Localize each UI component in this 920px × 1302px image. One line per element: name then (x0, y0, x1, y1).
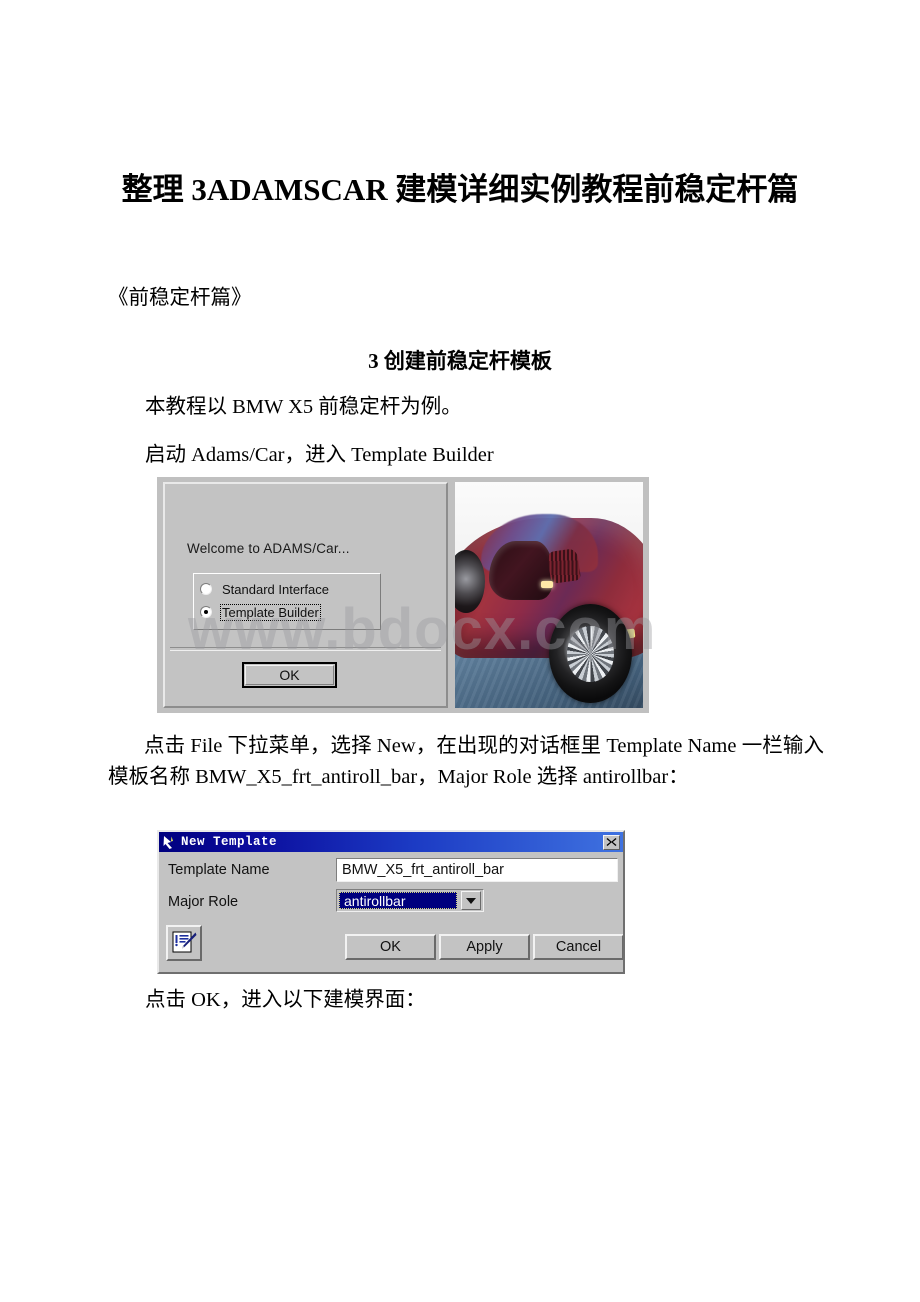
new-template-apply-button[interactable]: Apply (439, 934, 530, 960)
welcome-dialog-panel: Welcome to ADAMS/Car... Standard Interfa… (163, 482, 448, 708)
label-major-role: Major Role (168, 894, 239, 910)
close-icon[interactable] (603, 834, 620, 850)
ok-label: OK (380, 939, 401, 955)
label-template-name: Template Name (168, 862, 270, 878)
dialog-title-bar: New Template (159, 832, 623, 852)
radio-option-standard-interface[interactable]: Standard Interface (200, 578, 331, 600)
adams-arrow-icon (162, 835, 178, 850)
car-highlight (541, 581, 553, 589)
new-template-dialog-screenshot: New Template Template Name BMW_X5_frt_an… (157, 830, 625, 974)
paragraph-instruction-block: 点击 File 下拉菜单，选择 New，在出现的对话框里 Template Na… (108, 735, 824, 789)
dialog-title-text: New Template (181, 835, 278, 849)
new-template-cancel-button[interactable]: Cancel (533, 934, 623, 960)
sports-car-photo (455, 482, 643, 708)
car-rear-wheel (549, 604, 632, 704)
document-page: 整理 3ADAMSCAR 建模详细实例教程前稳定杆篇 《前稳定杆篇》 3 创建前… (0, 0, 920, 1302)
car-vents-shape (546, 547, 582, 584)
paragraph-intro-2: 启动 Adams/Car，进入 Template Builder (145, 444, 494, 466)
radio-label-template-builder: Template Builder (220, 603, 321, 621)
edit-note-pen-icon (172, 931, 197, 953)
interface-mode-radio-group: Standard Interface Template Builder (193, 573, 381, 630)
welcome-ok-button[interactable]: OK (242, 662, 337, 688)
paragraph-intro-1: 本教程以 BMW X5 前稳定杆为例。 (145, 396, 462, 418)
new-template-ok-button[interactable]: OK (345, 934, 436, 960)
chevron-down-icon[interactable] (461, 891, 481, 910)
welcome-message: Welcome to ADAMS/Car... (187, 541, 350, 556)
apply-label: Apply (466, 939, 503, 955)
major-role-select[interactable]: antirollbar (336, 889, 484, 912)
major-role-value: antirollbar (339, 892, 457, 909)
template-name-value: BMW_X5_frt_antiroll_bar (342, 862, 504, 878)
welcome-dialog-screenshot: Welcome to ADAMS/Car... Standard Interfa… (157, 477, 649, 713)
welcome-ok-label: OK (279, 667, 300, 683)
cancel-label: Cancel (555, 939, 602, 955)
radio-button-standard-interface[interactable] (200, 583, 212, 595)
dialog-separator (170, 647, 441, 651)
radio-option-template-builder[interactable]: Template Builder (200, 601, 321, 623)
book-title: 《前稳定杆篇》 (108, 287, 252, 309)
page-title: 整理 3ADAMSCAR 建模详细实例教程前稳定杆篇 (121, 171, 799, 207)
section-heading: 3 创建前稳定杆模板 (368, 349, 552, 373)
radio-label-standard-interface: Standard Interface (222, 581, 329, 597)
edit-note-pen-icon-button[interactable] (166, 925, 202, 961)
car-window-shape (488, 540, 553, 600)
radio-button-template-builder[interactable] (200, 606, 212, 618)
paragraph-final: 点击 OK，进入以下建模界面： (145, 989, 426, 1011)
template-name-input[interactable]: BMW_X5_frt_antiroll_bar (336, 858, 618, 882)
